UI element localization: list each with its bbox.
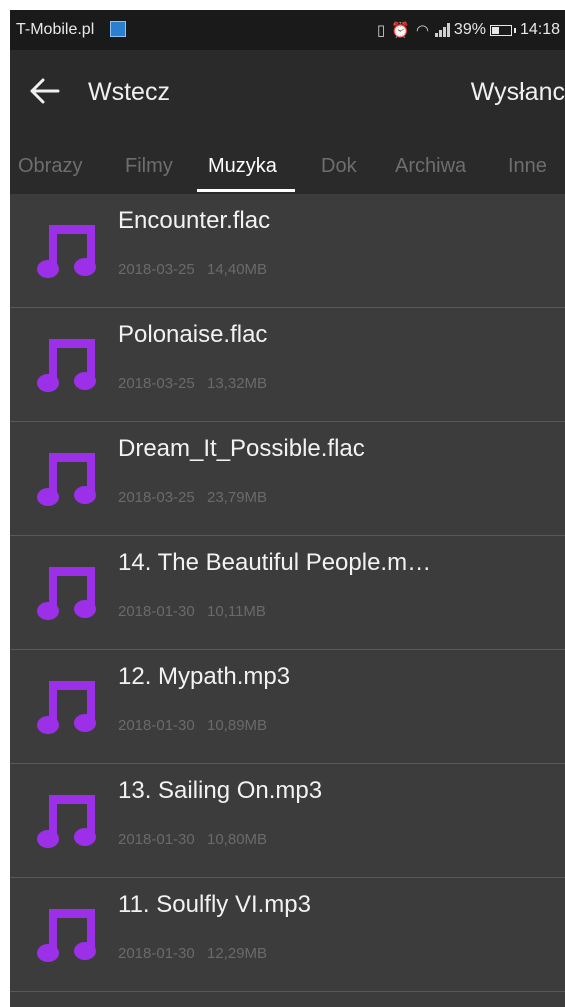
file-name: 14. The Beautiful People.m… — [118, 549, 432, 576]
music-note-icon — [37, 567, 96, 620]
tab-archiwa[interactable]: Archiwa — [395, 138, 466, 194]
file-date: 2018-01-30 — [118, 603, 195, 620]
file-name: Encounter.flac — [118, 207, 271, 234]
tab-inne[interactable]: Inne — [508, 138, 547, 194]
file-size: 10,89MB — [207, 717, 268, 734]
file-row[interactable]: 13. Sailing On.mp3 2018-01-30 10,80MB — [10, 764, 565, 878]
file-date: 2018-03-25 — [118, 489, 195, 506]
file-row[interactable]: Dream_It_Possible.flac 2018-03-25 23,79M… — [10, 422, 565, 536]
tab-dok[interactable]: Dok — [321, 138, 357, 194]
battery-icon — [489, 24, 512, 36]
signal-icon — [434, 23, 451, 37]
tab-obrazy[interactable]: Obrazy — [18, 138, 82, 194]
tab-filmy[interactable]: Filmy — [125, 138, 173, 194]
back-arrow-icon[interactable] — [30, 78, 60, 104]
file-size: 23,79MB — [207, 489, 268, 506]
category-tabs: Obrazy Filmy Muzyka Dok Archiwa Inne — [10, 138, 565, 194]
file-date: 2018-03-25 — [118, 375, 195, 392]
music-note-icon — [37, 909, 96, 962]
music-note-icon — [37, 681, 96, 734]
music-note-icon — [37, 453, 96, 506]
file-row[interactable]: 12. Mypath.mp3 2018-01-30 10,89MB — [10, 650, 565, 764]
music-note-icon — [37, 225, 96, 278]
battery-nub — [513, 27, 516, 33]
file-size: 14,40MB — [207, 261, 268, 278]
file-size: 10,11MB — [207, 603, 266, 620]
file-date: 2018-01-30 — [118, 945, 195, 962]
file-name: Dream_It_Possible.flac — [118, 435, 365, 462]
file-size: 12,29MB — [207, 945, 268, 962]
file-row[interactable]: Encounter.flac 2018-03-25 14,40MB — [10, 194, 565, 308]
file-size: 10,80MB — [207, 831, 268, 848]
active-tab-indicator — [197, 189, 295, 192]
file-date: 2018-01-30 — [118, 831, 195, 848]
back-button[interactable]: Wstecz — [88, 78, 170, 107]
file-name: 12. Mypath.mp3 — [118, 663, 291, 690]
file-date: 2018-03-25 — [118, 261, 195, 278]
page-frame: T-Mobile.pl ▯ ⏰ ◠ 39% 14:18 Wstecz Wysła… — [0, 0, 565, 1007]
battery-level-fill — [491, 26, 499, 34]
file-list: Encounter.flac 2018-03-25 14,40MB Polona… — [10, 194, 565, 992]
alarm-icon: ⏰ — [391, 22, 410, 39]
status-icons: ▯ ⏰ ◠ 39% 14:18 — [377, 21, 560, 39]
file-row[interactable]: Polonaise.flac 2018-03-25 13,32MB — [10, 308, 565, 422]
send-button[interactable]: Wysłanc — [471, 78, 565, 107]
file-name: 11. Soulfly VI.mp3 — [118, 891, 311, 918]
file-size: 13,32MB — [207, 375, 268, 392]
file-row[interactable]: 14. The Beautiful People.m… 2018-01-30 1… — [10, 536, 565, 650]
music-note-icon — [37, 339, 96, 392]
status-bar: T-Mobile.pl ▯ ⏰ ◠ 39% 14:18 — [10, 10, 565, 50]
app-notification-icon — [110, 21, 126, 37]
tab-muzyka[interactable]: Muzyka — [208, 138, 277, 194]
battery-percent: 39% — [453, 21, 486, 38]
clock-time: 14:18 — [519, 21, 560, 38]
vibrate-icon: ▯ — [376, 22, 386, 39]
wifi-icon: ◠ — [415, 22, 429, 39]
toolbar: Wstecz Wysłanc — [10, 50, 565, 138]
carrier-name: T-Mobile.pl — [16, 21, 95, 38]
file-name: 13. Sailing On.mp3 — [118, 777, 323, 804]
phone-screen: T-Mobile.pl ▯ ⏰ ◠ 39% 14:18 Wstecz Wysła… — [10, 10, 565, 1007]
file-date: 2018-01-30 — [118, 717, 195, 734]
music-note-icon — [37, 795, 96, 848]
file-name: Polonaise.flac — [118, 321, 268, 348]
file-row[interactable]: 11. Soulfly VI.mp3 2018-01-30 12,29MB — [10, 878, 565, 992]
